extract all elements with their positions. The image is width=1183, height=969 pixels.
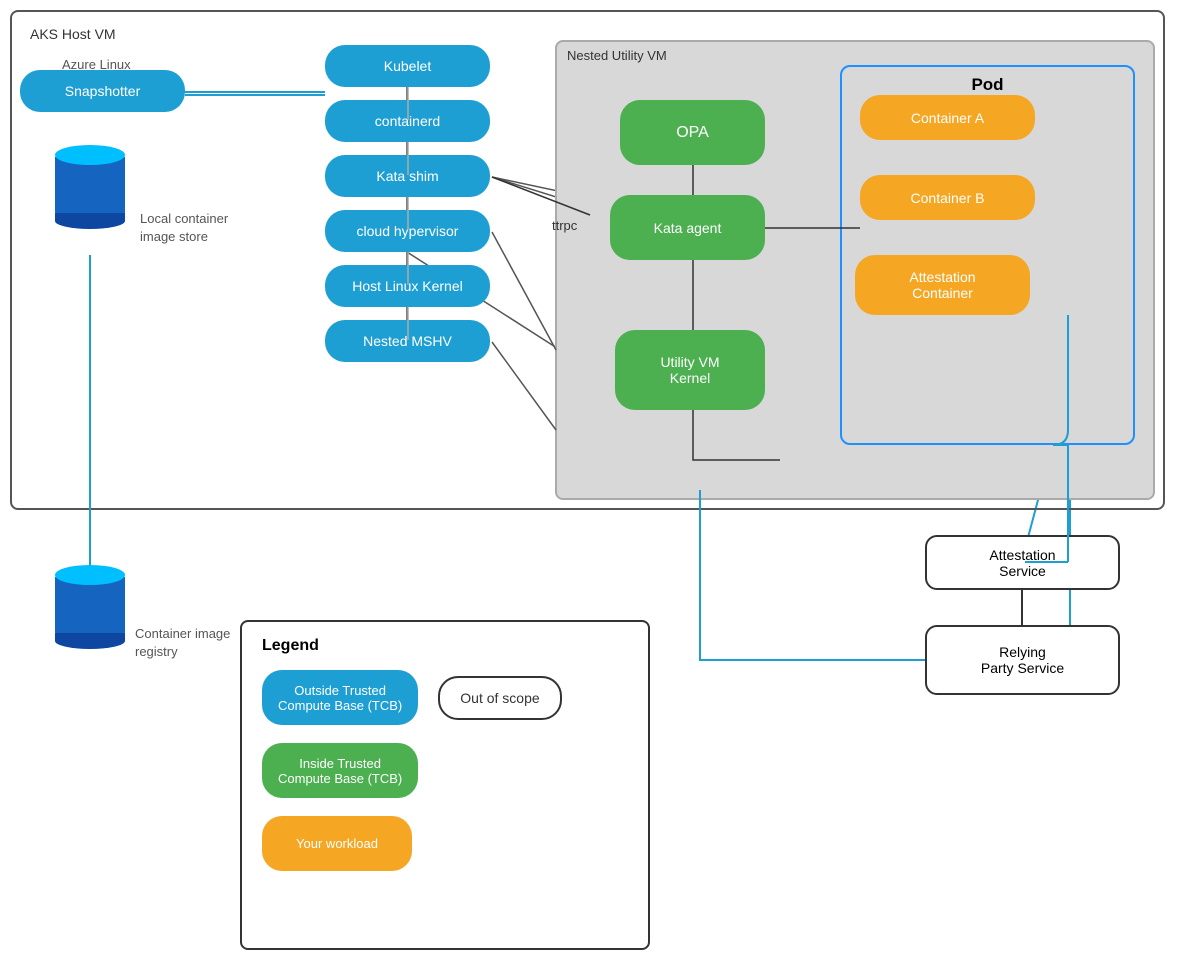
snapshotter-button: Snapshotter [20, 70, 185, 112]
nested-vm-label: Nested Utility VM [567, 48, 667, 63]
ttrpc-label: ttrpc [552, 218, 577, 233]
registry-label: Container imageregistry [135, 625, 230, 661]
container-b-button: Container B [860, 175, 1035, 220]
legend-your-workload-pill: Your workload [262, 816, 412, 871]
containerd-button: containerd [325, 100, 490, 142]
cylinder-bottom-arc [55, 213, 125, 229]
legend-item-outside-tcb: Outside TrustedCompute Base (TCB) Out of… [262, 670, 628, 725]
opa-button: OPA [620, 100, 765, 165]
kata-shim-button: Kata shim [325, 155, 490, 197]
legend-outside-tcb-pill: Outside TrustedCompute Base (TCB) [262, 670, 418, 725]
aks-host-label: AKS Host VM [30, 26, 116, 42]
attestation-container-button: AttestationContainer [855, 255, 1030, 315]
cloud-hypervisor-button: cloud hypervisor [325, 210, 490, 252]
local-store-label: Local containerimage store [140, 210, 228, 246]
registry-cylinder [55, 565, 125, 649]
legend-inside-tcb-pill: Inside TrustedCompute Base (TCB) [262, 743, 418, 798]
attestation-service-box: AttestationService [925, 535, 1120, 590]
host-linux-kernel-button: Host Linux Kernel [325, 265, 490, 307]
kubelet-button: Kubelet [325, 45, 490, 87]
relying-party-service-box: RelyingParty Service [925, 625, 1120, 695]
kata-agent-button: Kata agent [610, 195, 765, 260]
legend-title: Legend [262, 637, 628, 655]
cylinder-top [55, 145, 125, 165]
diagram-container: AKS Host VM Azure Linux Nested Utility V… [0, 0, 1183, 969]
pod-label: Pod [971, 75, 1003, 95]
legend-item-inside-tcb: Inside TrustedCompute Base (TCB) [262, 743, 628, 798]
utility-vm-kernel-button: Utility VMKernel [615, 330, 765, 410]
legend-box: Legend Outside TrustedCompute Base (TCB)… [240, 620, 650, 950]
legend-out-of-scope-box: Out of scope [438, 676, 561, 720]
container-a-button: Container A [860, 95, 1035, 140]
local-cylinder [55, 145, 125, 229]
cylinder-body [55, 157, 125, 217]
legend-item-workload: Your workload [262, 816, 628, 871]
nested-mshv-button: Nested MSHV [325, 320, 490, 362]
